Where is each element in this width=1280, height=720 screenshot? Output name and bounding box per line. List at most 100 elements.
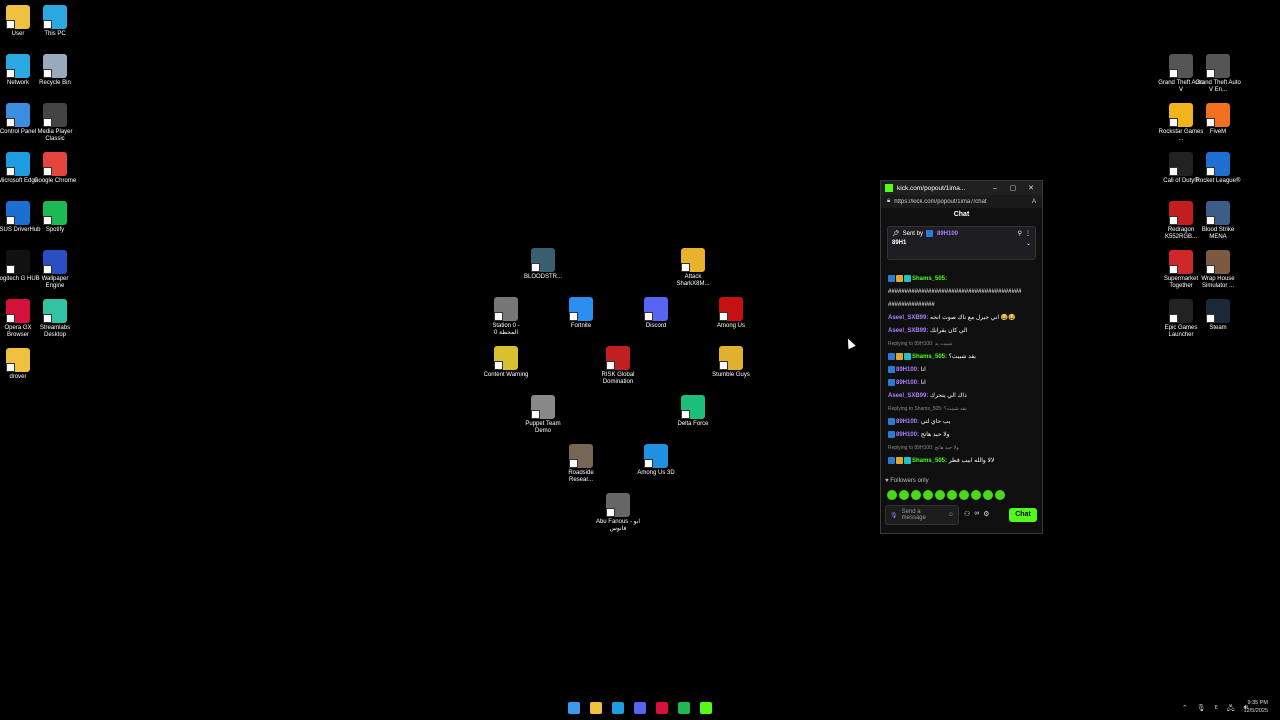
chat-username[interactable]: Aseel_SXB99: <box>888 328 928 334</box>
infinity-icon[interactable]: ∞ <box>974 510 979 518</box>
pin-icon: 📌︎ <box>892 231 900 237</box>
desktop-icon[interactable]: Streamlabs Desktop <box>32 299 78 339</box>
chat-username[interactable]: 89H100: <box>896 380 919 386</box>
chat-message: Aseel_SXB99: اني جيرل مع ناك صوت انحه 😂😂 <box>888 314 1036 322</box>
shortcut-arrow-icon <box>43 167 52 176</box>
emote-icon[interactable] <box>899 490 909 500</box>
desktop-icon[interactable]: Discord <box>633 297 679 330</box>
desktop-icon[interactable]: Google Chrome <box>32 152 78 185</box>
address-bar[interactable]: 🔒︎ https://kick.com/popout/1ima7/chat A <box>881 195 1042 208</box>
desktop-icon[interactable]: FiveM <box>1195 103 1241 136</box>
desktop-icon-label: Streamlabs Desktop <box>39 325 71 338</box>
taskbar-kick-icon[interactable] <box>700 702 712 714</box>
microphone-icon[interactable]: 🎙︎ <box>890 512 898 519</box>
desktop-icon[interactable]: Fortnite <box>558 297 604 330</box>
emote-icon[interactable] <box>911 490 921 500</box>
taskbar-start-icon[interactable] <box>568 702 580 714</box>
read-aloud-icon[interactable]: A <box>1032 199 1036 205</box>
emote-icon[interactable] <box>971 490 981 500</box>
chat-username[interactable]: Shams_505: <box>912 459 947 465</box>
chat-username[interactable]: 89H100: <box>896 432 919 438</box>
app-icon <box>43 54 67 78</box>
gear-icon[interactable]: ⚙ <box>983 510 989 518</box>
shortcut-arrow-icon <box>494 312 503 321</box>
unpin-icon[interactable]: ⚲ <box>1018 230 1022 237</box>
desktop-icon[interactable]: Steam <box>1195 299 1241 332</box>
chat-username[interactable]: Shams_505: <box>912 354 947 360</box>
microphone-icon[interactable]: 🎙︎ <box>1197 704 1206 715</box>
desktop-icon[interactable]: Blood Strike MENA <box>1195 201 1241 241</box>
chat-username[interactable]: Aseel_SXB99: <box>888 393 928 399</box>
maximize-button[interactable]: ▢ <box>1006 184 1020 192</box>
chat-username[interactable]: Shams_505: <box>912 276 947 282</box>
emote-icon[interactable] <box>947 490 957 500</box>
desktop-icon[interactable]: Content Warning <box>483 346 529 379</box>
desktop-icon[interactable]: RISK Global Domination <box>595 346 641 386</box>
taskbar-discord-icon[interactable] <box>634 702 646 714</box>
shortcut-arrow-icon <box>1206 69 1215 78</box>
system-tray[interactable]: ⌃ 🎙︎ ε 🖧 🔊︎ <box>1182 704 1248 715</box>
taskbar-spotify-icon[interactable] <box>678 702 690 714</box>
app-icon <box>1206 152 1230 176</box>
desktop-icon[interactable]: Puppet Team Demo <box>520 395 566 435</box>
pinned-user[interactable]: 89H100 <box>937 231 958 237</box>
desktop-icon[interactable]: Among Us 3D <box>633 444 679 477</box>
shortcut-arrow-icon <box>606 361 615 370</box>
emote-icon[interactable] <box>995 490 1005 500</box>
chat-message-text: ذاك الي يتحرك <box>930 393 967 400</box>
emote-icon[interactable] <box>983 490 993 500</box>
desktop-icon[interactable]: Among Us <box>708 297 754 330</box>
chevron-down-icon[interactable]: ⌄ <box>1026 240 1031 247</box>
chat-message-list[interactable]: Shams_505: #############################… <box>888 275 1036 471</box>
app-icon <box>43 152 67 176</box>
desktop-icon-label: Wrap House Simulator ... <box>1201 276 1235 289</box>
chat-username[interactable]: Aseel_SXB99: <box>888 315 928 321</box>
minimize-button[interactable]: – <box>988 185 1002 192</box>
desktop-icon[interactable]: Spotify <box>32 201 78 234</box>
close-button[interactable]: ✕ <box>1024 184 1038 192</box>
desktop-icon[interactable]: Media Player Classic <box>32 103 78 143</box>
desktop-icon-label: FiveM <box>1209 129 1227 135</box>
emote-bar[interactable] <box>887 490 1005 500</box>
desktop-icon[interactable]: drover <box>0 348 41 381</box>
emote-icon[interactable] <box>923 490 933 500</box>
emote-icon[interactable] <box>935 490 945 500</box>
chat-username[interactable]: 89H100: <box>896 367 919 373</box>
kick-chat-popup-window[interactable]: kick.com/popout/1ima... – ▢ ✕ 🔒︎ https:/… <box>880 180 1043 534</box>
desktop-icon[interactable]: This PC <box>32 5 78 38</box>
desktop-icon[interactable]: Roadside Resear... <box>558 444 604 484</box>
taskbar-clock[interactable]: 9:35 PM 12/5/2025 <box>1244 699 1268 715</box>
emote-icon[interactable] <box>887 490 897 500</box>
desktop-icon[interactable]: Station 0 - المحطة 0 <box>483 297 529 337</box>
desktop-icon[interactable]: Rocket League® <box>1195 152 1241 185</box>
network-icon[interactable]: 🖧 <box>1227 704 1235 715</box>
desktop-icon-label: Among Us <box>716 323 745 329</box>
taskbar-edge-icon[interactable] <box>612 702 624 714</box>
desktop-icon[interactable]: Delta Force <box>670 395 716 428</box>
chevron-up-icon[interactable]: ⌃ <box>1182 704 1188 715</box>
chat-input[interactable]: 🎙︎ Send a message ☺ <box>885 505 959 525</box>
desktop-icon[interactable]: Grand Theft Auto V En... <box>1195 54 1241 94</box>
send-chat-button[interactable]: Chat <box>1009 508 1037 522</box>
window-titlebar[interactable]: kick.com/popout/1ima... – ▢ ✕ <box>881 181 1042 195</box>
desktop-icon[interactable]: Stumble Guys <box>708 346 754 379</box>
taskbar-file-explorer-icon[interactable] <box>590 702 602 714</box>
desktop-icon[interactable]: BLOODSTR... <box>520 248 566 281</box>
shortcut-arrow-icon <box>569 312 578 321</box>
users-icon[interactable]: ⚇ <box>964 510 970 518</box>
pinned-message[interactable]: 📌︎ Sent by 89H100 ⚲ ⋮ 89H1 ⌄ <box>887 226 1036 260</box>
emoji-icon[interactable]: ☺ <box>948 512 954 518</box>
chat-username[interactable]: 89H100: <box>896 419 919 425</box>
desktop-icon[interactable]: Recycle Bin <box>32 54 78 87</box>
desktop-icon[interactable]: Wrap House Simulator ... <box>1195 250 1241 290</box>
desktop-icon[interactable]: Attack SharkX8M... <box>670 248 716 288</box>
lock-icon: 🔒︎ <box>887 198 891 204</box>
more-options-icon[interactable]: ⋮ <box>1025 230 1031 237</box>
emote-icon[interactable] <box>959 490 969 500</box>
taskbar-opera-icon[interactable] <box>656 702 668 714</box>
desktop-icon[interactable]: Abu Fanous - ابو فانوس <box>595 493 641 533</box>
desktop-icon-label: Station 0 - المحطة 0 <box>492 323 520 336</box>
keyboard-icon[interactable]: ε <box>1215 704 1218 715</box>
followers-only-label: Followers only <box>890 478 929 484</box>
desktop-icon[interactable]: Wallpaper Engine <box>32 250 78 290</box>
